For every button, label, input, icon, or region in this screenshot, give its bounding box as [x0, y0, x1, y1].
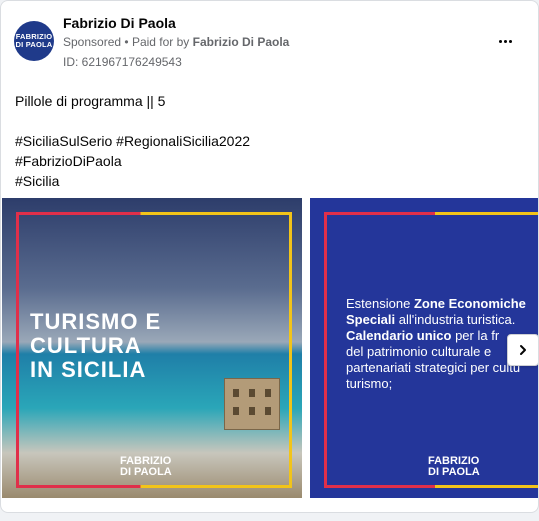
hashtag-line[interactable]: #FabrizioDiPaola: [15, 151, 250, 171]
page-name[interactable]: Fabrizio Di Paola: [63, 15, 176, 31]
building-window: [233, 407, 239, 415]
media-carousel: TURISMO E CULTURA IN SICILIA FABRIZIO DI…: [2, 198, 538, 498]
chevron-right-icon: [520, 345, 526, 355]
slide-logo: FABRIZIO DI PAOLA: [120, 456, 172, 478]
paid-for-prefix: Paid for by: [131, 35, 190, 49]
hashtag-line[interactable]: #SiciliaSulSerio #RegionaliSicilia2022: [15, 131, 250, 151]
slide-text: partenariati strategici per cultu: [346, 360, 521, 375]
separator-dot: •: [124, 35, 129, 49]
building-window: [249, 407, 255, 415]
hashtag-line[interactable]: #Sicilia: [15, 171, 250, 191]
slide-title: TURISMO E CULTURA IN SICILIA: [30, 310, 161, 382]
paid-for-name: Fabrizio Di Paola: [192, 35, 290, 49]
more-options-button[interactable]: [491, 29, 519, 53]
post-header: FABRIZIO DI PAOLA Fabrizio Di Paola Spon…: [1, 1, 538, 81]
body-line-gap: [15, 111, 250, 131]
carousel-slide-1[interactable]: TURISMO E CULTURA IN SICILIA FABRIZIO DI…: [2, 198, 302, 498]
slide-text: turismo;: [346, 376, 393, 391]
tower-building-image: [224, 378, 280, 430]
building-window: [249, 389, 255, 397]
avatar-text-line2: DI PAOLA: [15, 40, 53, 49]
post-body-text: Pillole di programma || 5 #SiciliaSulSer…: [15, 91, 250, 191]
building-window: [233, 389, 239, 397]
building-window: [265, 389, 271, 397]
ad-post-card: FABRIZIO DI PAOLA Fabrizio Di Paola Spon…: [0, 0, 539, 513]
slide-text: del patrimonio culturale e: [346, 344, 492, 359]
sponsored-line: Sponsored • Paid for by Fabrizio Di Paol…: [63, 35, 289, 49]
avatar[interactable]: FABRIZIO DI PAOLA: [14, 21, 54, 61]
ad-id: ID: 621967176249543: [63, 55, 182, 69]
slide-text: per la fr: [451, 328, 500, 343]
slide-logo-line2: DI PAOLA: [120, 466, 172, 478]
sponsored-label: Sponsored: [63, 35, 122, 49]
more-horizontal-icon-dot: [503, 39, 507, 43]
slide-title-line: TURISMO E: [30, 309, 162, 334]
more-horizontal-icon: [498, 39, 502, 43]
slide-title-line: IN SICILIA: [30, 357, 147, 382]
more-horizontal-icon-dot: [508, 39, 512, 43]
carousel-slide-2[interactable]: Estensione Zone Economiche Speciali all'…: [310, 198, 538, 498]
body-line: Pillole di programma || 5: [15, 93, 166, 109]
carousel-next-button[interactable]: [507, 334, 538, 366]
slide-text: all'industria turistica.: [395, 312, 516, 327]
slide-logo-line2: DI PAOLA: [428, 466, 480, 478]
building-window: [265, 407, 271, 415]
slide-logo: FABRIZIO DI PAOLA: [428, 456, 480, 478]
slide-text: Estensione: [346, 296, 414, 311]
slide-title-line: CULTURA: [30, 333, 142, 358]
slide-text-bold: Calendario unico: [346, 328, 452, 343]
